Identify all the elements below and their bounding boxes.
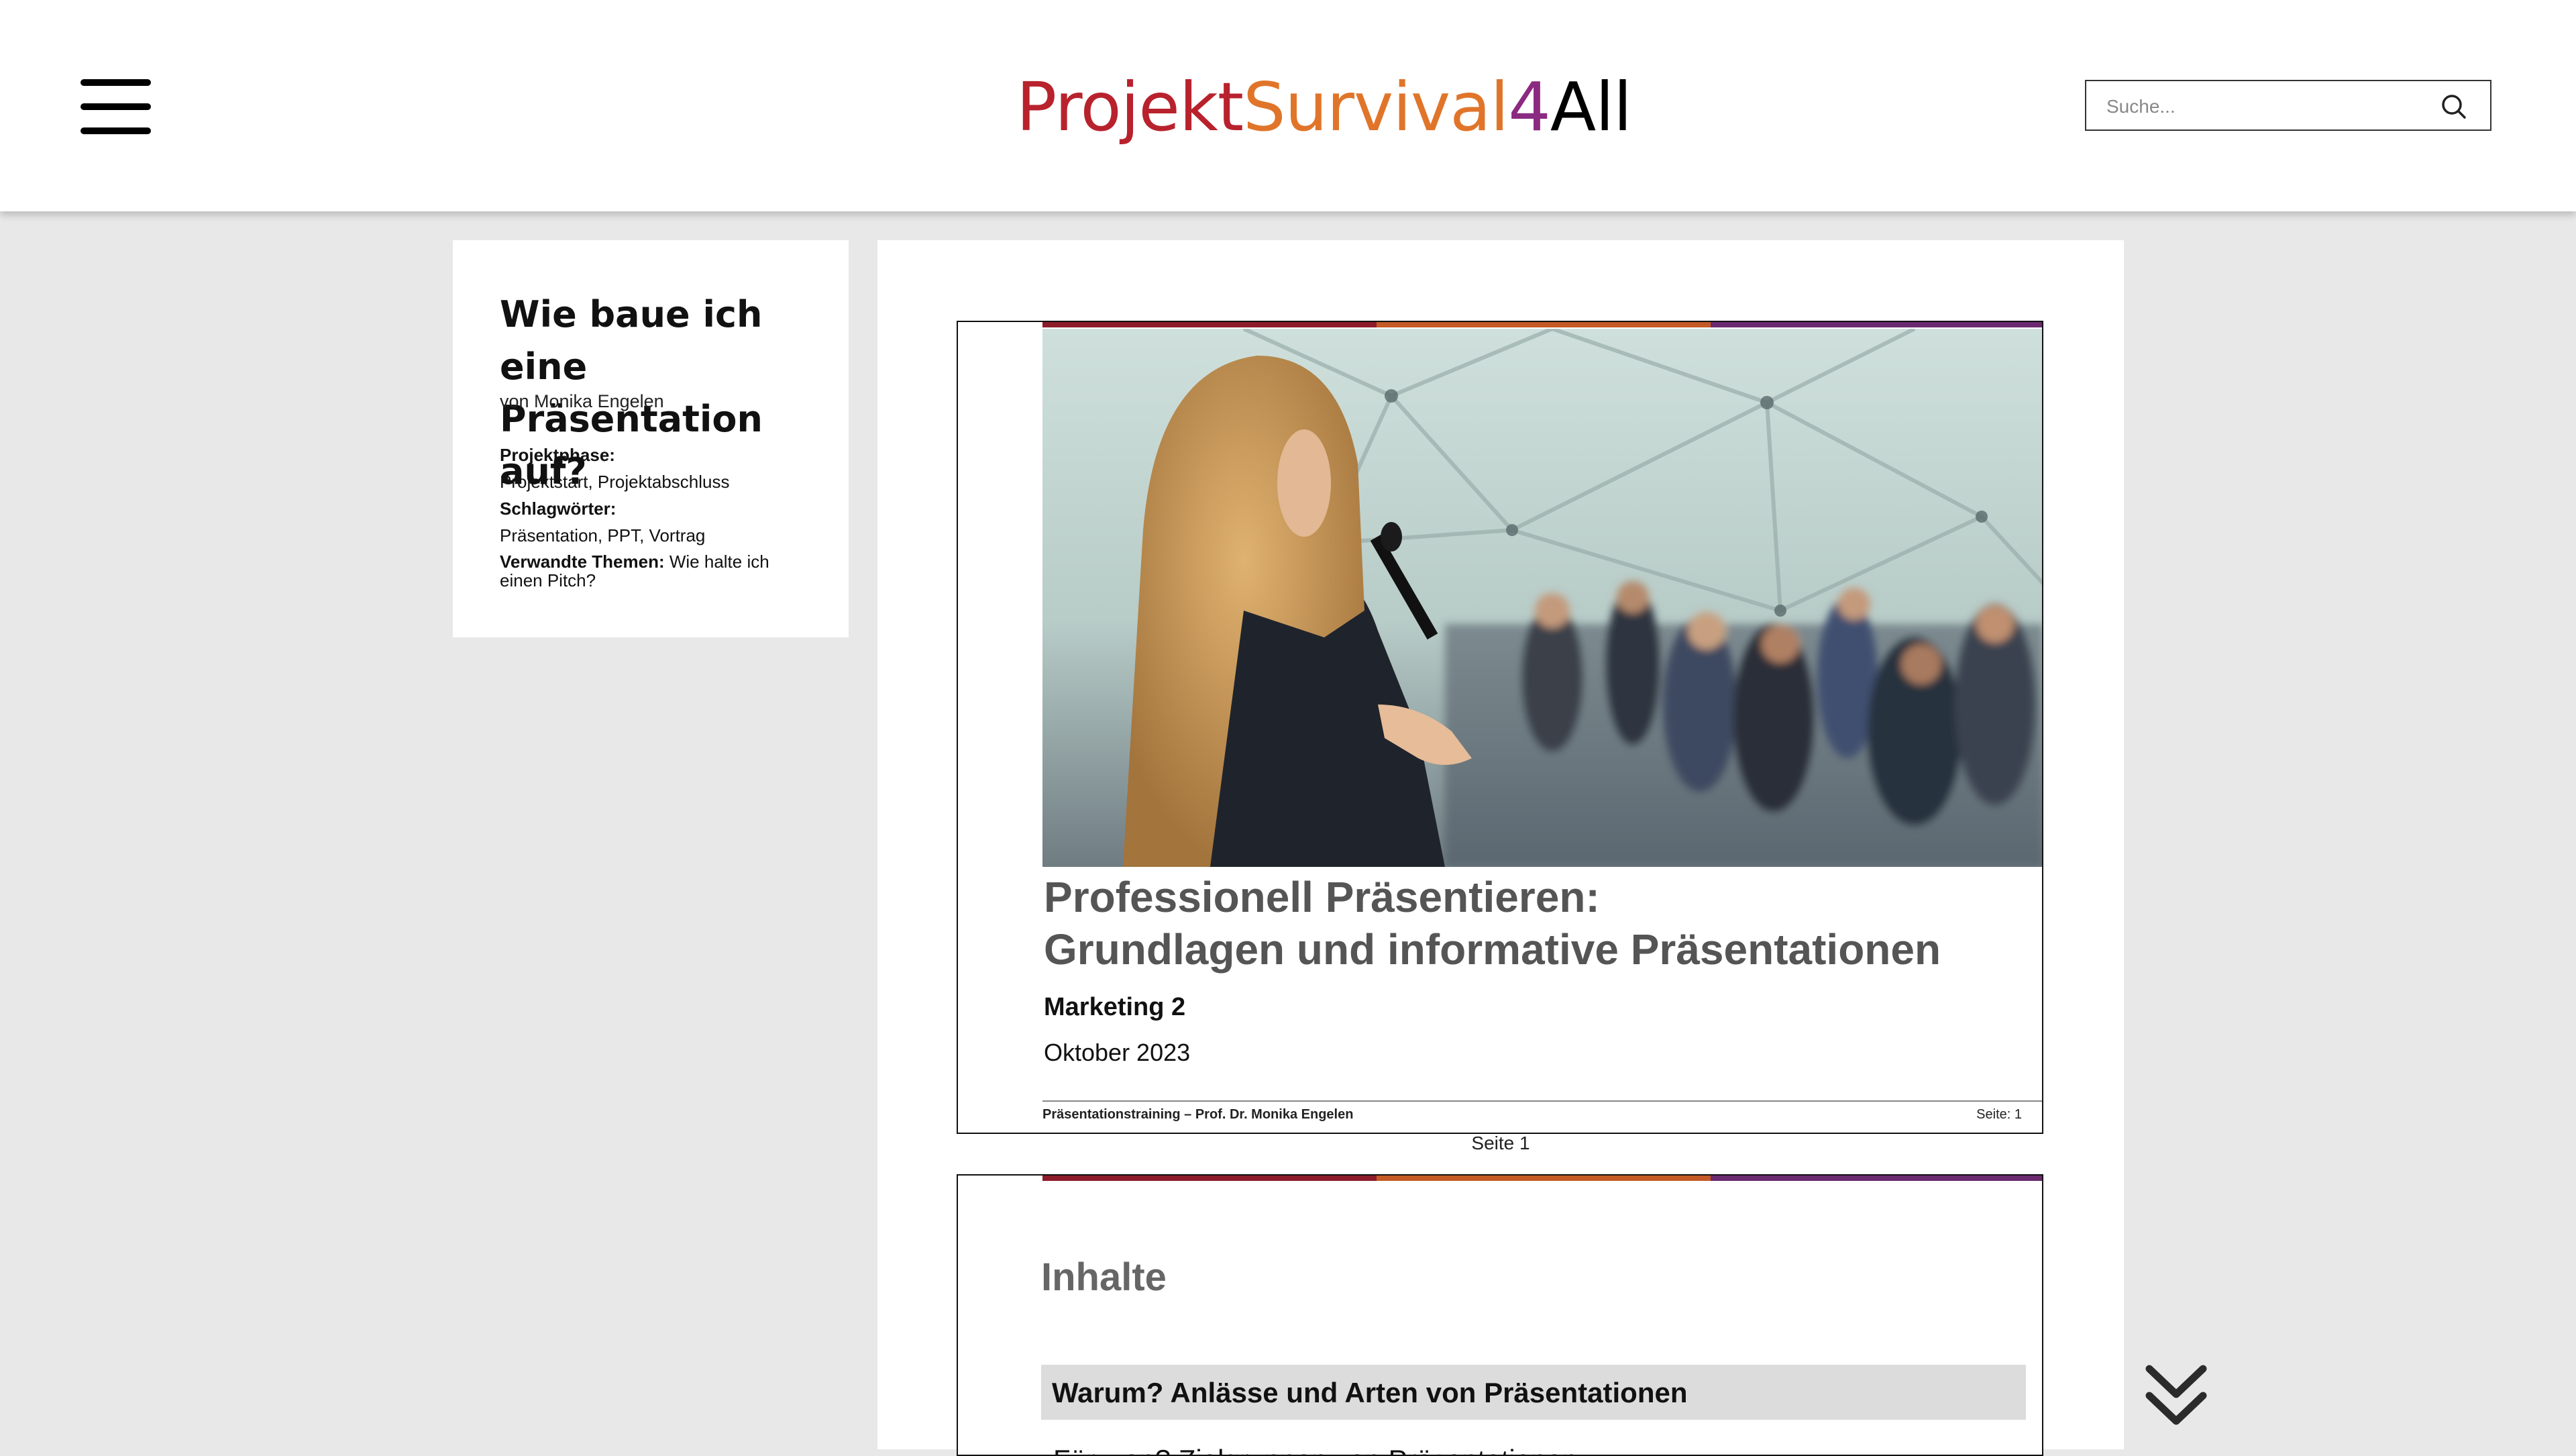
logo-part-4: 4 — [1508, 68, 1551, 146]
slide-footer-author: Präsentationstraining – Prof. Dr. Monika… — [1042, 1107, 1354, 1122]
double-chevron-down-icon[interactable] — [2144, 1362, 2208, 1429]
tags-value: Präsentation, PPT, Vortrag — [500, 525, 706, 545]
phase-value: Projektstart, Projektabschluss — [500, 472, 730, 492]
toc-item: Für wen? Zielgruppen von Präsentationen — [1053, 1444, 1578, 1455]
related-label: Verwandte Themen: — [500, 552, 665, 572]
article-info-card: Wie baue ich eine Präsentation auf? von … — [453, 240, 849, 637]
slide-color-bar — [1042, 322, 2042, 327]
document-viewer[interactable]: Professionell Präsentieren: Grundlagen u… — [877, 240, 2124, 1456]
slide-footer-page: Seite: 1 — [1976, 1107, 2022, 1122]
slide-date: Oktober 2023 — [1044, 1039, 1191, 1066]
logo-part-projekt: Projekt — [1016, 68, 1244, 146]
logo-part-survival: Survival — [1243, 68, 1509, 146]
tags-label: Schlagwörter: — [500, 499, 616, 519]
slide-title: Professionell Präsentieren: Grundlagen u… — [1044, 873, 1941, 974]
article-author: von Monika Engelen — [500, 391, 664, 411]
toc-item-highlighted: Warum? Anlässe und Arten von Präsentatio… — [1041, 1365, 2026, 1420]
speaker-photo — [1042, 329, 2042, 867]
site-logo[interactable]: ProjektSurvival4All — [1016, 67, 1632, 148]
slide-subtitle: Marketing 2 — [1044, 993, 1186, 1021]
search-icon[interactable] — [2439, 92, 2469, 121]
slide-page-1: Professionell Präsentieren: Grundlagen u… — [957, 321, 2043, 1134]
related-topics: Verwandte Themen: Wie halte ich einen Pi… — [500, 552, 808, 590]
slide-color-bar — [1042, 1176, 2042, 1181]
page-number-label: Seite 1 — [1471, 1133, 1530, 1153]
phase-label: Projektphase: — [500, 445, 615, 465]
site-header: ProjektSurvival4All — [0, 0, 2576, 211]
logo-part-all: All — [1550, 68, 1632, 146]
slide-title: Inhalte — [1041, 1255, 1167, 1299]
slide-footer-divider — [1042, 1100, 2042, 1102]
menu-icon[interactable] — [80, 79, 151, 134]
slide-page-2: Inhalte Warum? Anlässe und Arten von Prä… — [957, 1174, 2043, 1456]
search-input[interactable] — [2105, 91, 2430, 123]
search-box — [2085, 80, 2491, 131]
